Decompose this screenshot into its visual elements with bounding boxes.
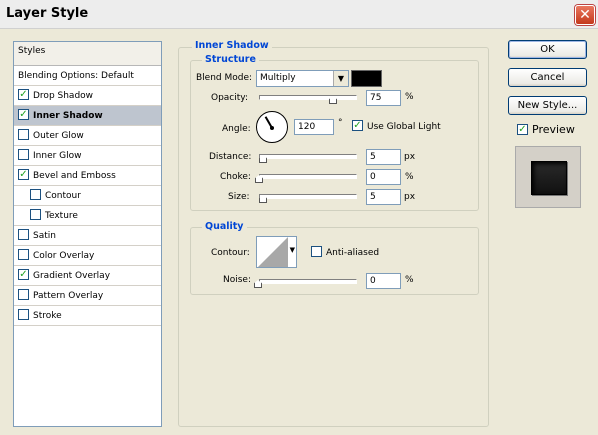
inner-shadow-title: Inner Shadow: [192, 40, 272, 51]
style-item-satin[interactable]: Satin: [14, 226, 161, 246]
opacity-label: Opacity:: [211, 93, 248, 103]
distance-unit: px: [404, 152, 416, 162]
contour-picker[interactable]: ▼: [256, 236, 297, 268]
blend-mode-label: Blend Mode:: [196, 73, 253, 83]
size-label: Size:: [228, 192, 250, 202]
checkbox-icon[interactable]: [18, 229, 29, 240]
style-item-label: Inner Shadow: [33, 111, 103, 121]
noise-label: Noise:: [223, 275, 251, 285]
distance-slider[interactable]: [259, 154, 357, 159]
new-style-button[interactable]: New Style...: [508, 96, 587, 115]
style-item-label: Pattern Overlay: [33, 291, 104, 301]
choke-unit: %: [405, 172, 414, 182]
checkbox-icon[interactable]: [18, 89, 29, 100]
checkbox-icon[interactable]: [30, 209, 41, 220]
anti-aliased-toggle[interactable]: Anti-aliased: [311, 246, 380, 258]
ok-button[interactable]: OK: [508, 40, 587, 59]
checkbox-icon[interactable]: [18, 129, 29, 140]
styles-list: Styles Blending Options: Default Drop Sh…: [13, 41, 162, 427]
style-item-contour[interactable]: Contour: [14, 186, 161, 206]
style-item-label: Stroke: [33, 311, 62, 321]
chevron-down-icon: ▼: [333, 71, 348, 86]
style-item-bevel-and-emboss[interactable]: Bevel and Emboss: [14, 166, 161, 186]
checkbox-icon[interactable]: [18, 149, 29, 160]
checkbox-icon[interactable]: [18, 249, 29, 260]
opacity-unit: %: [405, 92, 414, 102]
blend-mode-value: Multiply: [260, 73, 296, 83]
chevron-down-icon: ▼: [289, 246, 295, 254]
style-item-label: Inner Glow: [33, 151, 82, 161]
cancel-button[interactable]: Cancel: [508, 68, 587, 87]
blend-mode-select[interactable]: Multiply ▼: [256, 70, 349, 87]
style-item-texture[interactable]: Texture: [14, 206, 161, 226]
style-item-inner-shadow[interactable]: Inner Shadow: [14, 106, 161, 126]
checkbox-icon[interactable]: [18, 169, 29, 180]
style-item-label: Drop Shadow: [33, 91, 94, 101]
preview-toggle[interactable]: Preview: [517, 123, 575, 136]
style-item-stroke[interactable]: Stroke: [14, 306, 161, 326]
quality-title: Quality: [202, 221, 247, 232]
style-item-label: Color Overlay: [33, 251, 95, 261]
contour-preview-icon: [258, 237, 288, 267]
size-unit: px: [404, 192, 416, 202]
size-slider[interactable]: [259, 194, 357, 199]
style-item-label: Bevel and Emboss: [33, 171, 116, 181]
angle-label: Angle:: [222, 124, 251, 134]
use-global-light-toggle[interactable]: Use Global Light: [352, 120, 441, 132]
style-item-label: Gradient Overlay: [33, 271, 111, 281]
window-title: Layer Style: [6, 6, 89, 21]
preview-label: Preview: [532, 123, 575, 136]
anti-aliased-label: Anti-aliased: [326, 248, 380, 258]
contour-label: Contour:: [211, 248, 250, 258]
style-item-pattern-overlay[interactable]: Pattern Overlay: [14, 286, 161, 306]
close-icon: ✕: [579, 7, 591, 23]
choke-label: Choke:: [220, 172, 251, 182]
checkbox-icon[interactable]: [18, 289, 29, 300]
style-item-drop-shadow[interactable]: Drop Shadow: [14, 86, 161, 106]
opacity-input[interactable]: 75: [366, 90, 401, 106]
structure-title: Structure: [202, 54, 259, 65]
style-item-color-overlay[interactable]: Color Overlay: [14, 246, 161, 266]
preview-square: [531, 161, 567, 195]
noise-input[interactable]: 0: [366, 273, 401, 289]
style-item-label: Texture: [45, 211, 78, 221]
styles-header[interactable]: Styles: [14, 42, 161, 66]
checkbox-icon[interactable]: [18, 109, 29, 120]
angle-dial[interactable]: [256, 111, 288, 143]
checkbox-icon[interactable]: [18, 269, 29, 280]
checkbox-icon[interactable]: [311, 246, 322, 257]
size-input[interactable]: 5: [366, 189, 401, 205]
style-item-inner-glow[interactable]: Inner Glow: [14, 146, 161, 166]
style-item-gradient-overlay[interactable]: Gradient Overlay: [14, 266, 161, 286]
distance-label: Distance:: [209, 152, 252, 162]
angle-input[interactable]: 120: [294, 119, 334, 135]
checkbox-icon[interactable]: [517, 123, 528, 135]
style-item-label: Outer Glow: [33, 131, 84, 141]
style-item-outer-glow[interactable]: Outer Glow: [14, 126, 161, 146]
noise-unit: %: [405, 275, 414, 285]
angle-dial-center: [270, 126, 274, 130]
angle-unit: °: [338, 118, 343, 128]
choke-input[interactable]: 0: [366, 169, 401, 185]
close-button[interactable]: ✕: [575, 5, 595, 25]
opacity-slider[interactable]: [259, 95, 357, 100]
style-item-label: Satin: [33, 231, 56, 241]
checkbox-icon[interactable]: [352, 120, 363, 131]
distance-input[interactable]: 5: [366, 149, 401, 165]
style-item-label: Contour: [45, 191, 81, 201]
use-global-light-label: Use Global Light: [367, 122, 441, 132]
style-preview-thumbnail: [515, 146, 581, 208]
choke-slider[interactable]: [259, 174, 357, 179]
shadow-color-swatch[interactable]: [351, 70, 382, 87]
checkbox-icon[interactable]: [30, 189, 41, 200]
blending-options-item[interactable]: Blending Options: Default: [14, 66, 161, 86]
noise-slider[interactable]: [259, 279, 357, 284]
checkbox-icon[interactable]: [18, 309, 29, 320]
title-bar: Layer Style ✕: [0, 0, 598, 29]
